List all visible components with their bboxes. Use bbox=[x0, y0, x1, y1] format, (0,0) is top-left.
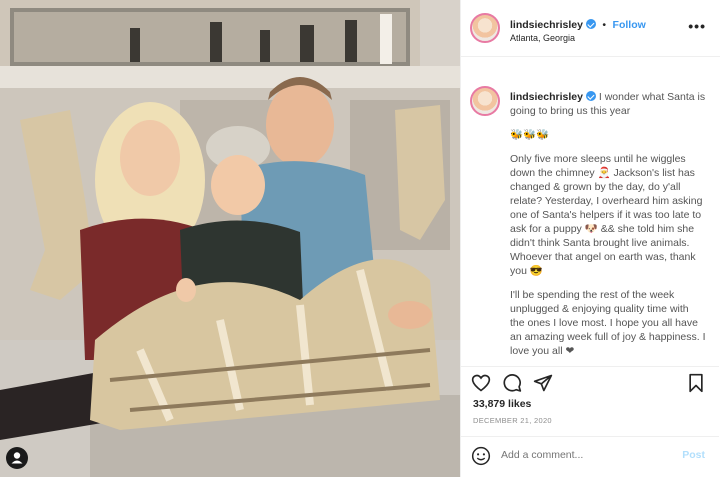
caption-paragraph-2: Only five more sleeps until he wiggles d… bbox=[510, 153, 703, 277]
share-icon[interactable] bbox=[533, 373, 553, 398]
action-bar bbox=[461, 367, 719, 397]
caption-avatar[interactable] bbox=[470, 86, 500, 116]
likes-count[interactable]: 33,879 likes bbox=[473, 398, 531, 410]
post-side-panel: lindsiechrisley • Follow Atlanta, Georgi… bbox=[460, 0, 720, 477]
caption-paragraph-3: I'll be spending the rest of the week un… bbox=[510, 289, 706, 357]
post-header: lindsiechrisley • Follow Atlanta, Georgi… bbox=[461, 0, 720, 57]
header-name-row: lindsiechrisley • Follow bbox=[510, 15, 646, 33]
caption-username-link[interactable]: lindsiechrisley bbox=[510, 91, 583, 103]
comment-bar: Post bbox=[461, 436, 719, 478]
caption-verified-badge-icon bbox=[585, 91, 596, 101]
username-link[interactable]: lindsiechrisley bbox=[510, 19, 583, 31]
post-date[interactable]: DECEMBER 21, 2020 bbox=[473, 416, 552, 425]
caption-emojis: 🐝🐝🐝 bbox=[510, 129, 550, 141]
caption-text: lindsiechrisley I wonder what Santa is g… bbox=[510, 90, 706, 366]
emoji-icon[interactable] bbox=[471, 446, 491, 471]
family-photo-image bbox=[0, 0, 460, 477]
comment-icon[interactable] bbox=[502, 373, 522, 398]
post-comment-button[interactable]: Post bbox=[682, 449, 705, 461]
follow-button[interactable]: Follow bbox=[613, 19, 646, 31]
verified-badge-icon bbox=[585, 19, 596, 29]
user-tag-icon[interactable] bbox=[6, 447, 28, 469]
heart-icon[interactable] bbox=[471, 373, 491, 398]
location-link[interactable]: Atlanta, Georgia bbox=[510, 33, 575, 43]
more-options-icon[interactable]: ••• bbox=[688, 18, 706, 34]
comment-input[interactable] bbox=[501, 449, 671, 461]
post-photo[interactable] bbox=[0, 0, 460, 477]
bookmark-icon[interactable] bbox=[687, 373, 705, 398]
avatar[interactable] bbox=[470, 13, 500, 43]
separator-dot: • bbox=[602, 19, 607, 31]
caption-section: lindsiechrisley I wonder what Santa is g… bbox=[461, 56, 719, 367]
